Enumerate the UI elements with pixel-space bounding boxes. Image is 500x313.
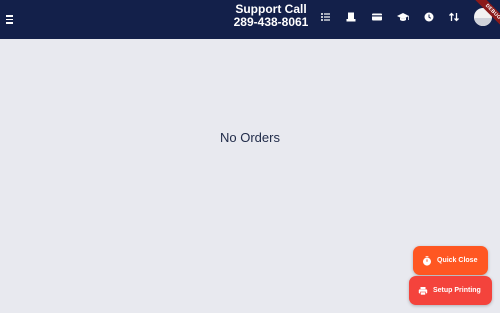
top-app-bar: Support Call 289-438-8061 DEBUG: [0, 0, 500, 39]
setup-printing-label: Setup Printing: [433, 287, 481, 294]
list-icon[interactable]: [319, 10, 333, 24]
app-window: Support Call 289-438-8061 DEBUG No Order…: [0, 0, 500, 313]
setup-printing-button[interactable]: Setup Printing: [409, 276, 492, 305]
graduation-cap-icon[interactable]: [396, 10, 410, 24]
empty-state-message: No Orders: [220, 130, 280, 145]
quick-close-label: Quick Close: [437, 257, 478, 264]
printer-icon[interactable]: [344, 10, 358, 24]
clock-icon[interactable]: [422, 10, 436, 24]
sort-icon[interactable]: [447, 10, 461, 24]
menu-icon-line: [6, 15, 13, 17]
quick-close-button[interactable]: Quick Close: [413, 246, 488, 275]
menu-button[interactable]: [5, 12, 17, 26]
timer-icon: [422, 255, 432, 266]
support-contact[interactable]: Support Call 289-438-8061: [226, 3, 316, 29]
menu-icon-line: [6, 18, 13, 21]
credit-card-icon[interactable]: [370, 10, 384, 24]
support-phone: 289-438-8061: [233, 15, 309, 29]
menu-icon-line: [6, 22, 13, 24]
printer-icon: [418, 286, 428, 296]
